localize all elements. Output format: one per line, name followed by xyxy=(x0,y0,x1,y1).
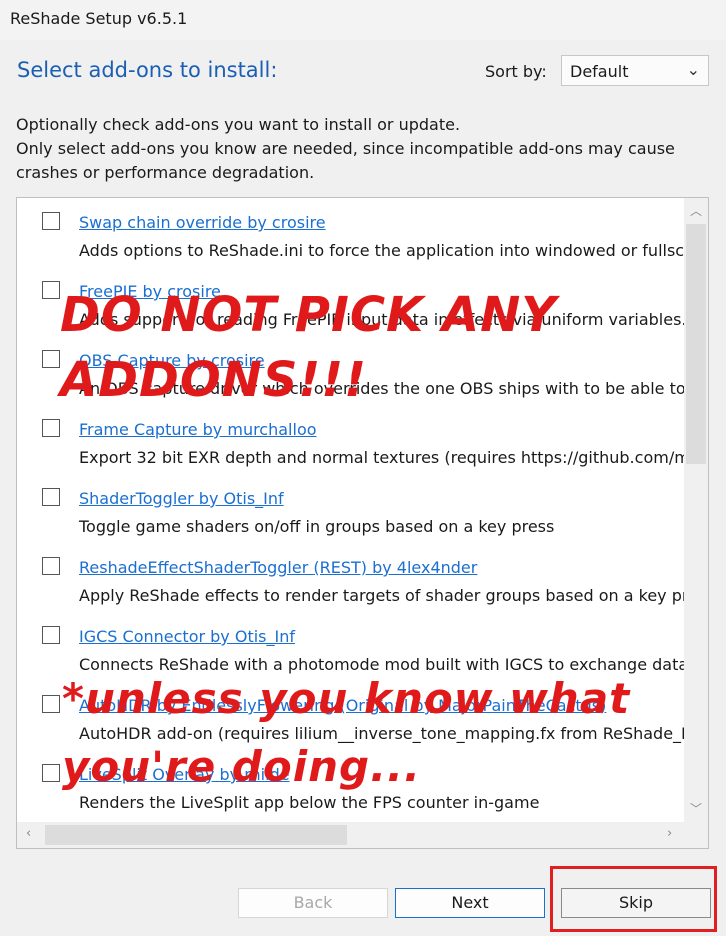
scroll-up-icon[interactable]: ︿ xyxy=(690,202,702,219)
annotation-text: ADDONS!!! xyxy=(60,352,368,408)
scroll-down-icon[interactable]: ﹀ xyxy=(690,800,702,817)
list-item[interactable]: Frame Capture by murchalloo Export 32 bi… xyxy=(17,405,708,473)
addon-checkbox[interactable] xyxy=(42,419,60,437)
sort-value: Default xyxy=(570,62,629,81)
vertical-scrollbar[interactable]: ︿ ﹀ xyxy=(684,198,708,822)
addon-checkbox[interactable] xyxy=(42,764,60,782)
addon-description: AutoHDR add-on (requires lilium__inverse… xyxy=(79,724,708,743)
description-line: Only select add-ons you know are needed,… xyxy=(16,139,675,158)
page-heading: Select add-ons to install: xyxy=(17,58,278,82)
addon-checkbox[interactable] xyxy=(42,557,60,575)
sort-dropdown[interactable]: Default ⌄ xyxy=(561,55,709,86)
annotation-text: you're doing... xyxy=(62,742,421,791)
addon-checkbox[interactable] xyxy=(42,695,60,713)
addon-link[interactable]: Frame Capture by murchalloo xyxy=(79,420,317,439)
list-item[interactable]: Swap chain override by crosire Adds opti… xyxy=(17,198,708,266)
annotation-text: DO NOT PICK ANY xyxy=(60,287,558,343)
addon-description: Apply ReShade effects to render targets … xyxy=(79,586,709,605)
scrollbar-thumb[interactable] xyxy=(45,825,347,845)
description-line: crashes or performance degradation. xyxy=(16,163,315,182)
scrollbar-thumb[interactable] xyxy=(686,224,706,464)
addon-checkbox[interactable] xyxy=(42,281,60,299)
addon-description: Export 32 bit EXR depth and normal textu… xyxy=(79,448,709,467)
scroll-left-icon[interactable]: ‹ xyxy=(26,826,31,841)
addon-checkbox[interactable] xyxy=(42,488,60,506)
scroll-right-icon[interactable]: › xyxy=(667,826,672,841)
skip-highlight-box xyxy=(550,866,717,932)
addon-checkbox[interactable] xyxy=(42,350,60,368)
addon-link[interactable]: ShaderToggler by Otis_Inf xyxy=(79,489,284,508)
description: Optionally check add-ons you want to ins… xyxy=(16,113,706,185)
next-button[interactable]: Next xyxy=(395,888,545,918)
chevron-down-icon: ⌄ xyxy=(686,60,700,79)
addon-link[interactable]: ReshadeEffectShaderToggler (REST) by 4le… xyxy=(79,558,477,577)
addon-link[interactable]: Swap chain override by crosire xyxy=(79,213,326,232)
sort-label: Sort by: xyxy=(485,62,547,81)
addon-description: Connects ReShade with a photomode mod bu… xyxy=(79,655,689,674)
annotation-text: *unless you know what xyxy=(62,674,631,723)
addon-checkbox[interactable] xyxy=(42,212,60,230)
title-bar: ReShade Setup v6.5.1 xyxy=(0,0,726,40)
list-item[interactable]: ShaderToggler by Otis_Inf Toggle game sh… xyxy=(17,474,685,542)
addon-link[interactable]: IGCS Connector by Otis_Inf xyxy=(79,627,295,646)
horizontal-scrollbar[interactable]: ‹ › xyxy=(17,822,708,848)
description-line: Optionally check add-ons you want to ins… xyxy=(16,115,461,134)
addon-description: Adds options to ReShade.ini to force the… xyxy=(79,241,709,260)
back-button[interactable]: Back xyxy=(238,888,388,918)
addon-description: Toggle game shaders on/off in groups bas… xyxy=(79,517,555,536)
list-item[interactable]: ReshadeEffectShaderToggler (REST) by 4le… xyxy=(17,543,708,611)
window-title: ReShade Setup v6.5.1 xyxy=(10,9,188,28)
addon-checkbox[interactable] xyxy=(42,626,60,644)
addon-description: Renders the LiveSplit app below the FPS … xyxy=(79,793,540,812)
list-item[interactable]: IGCS Connector by Otis_Inf Connects ReSh… xyxy=(17,612,689,680)
